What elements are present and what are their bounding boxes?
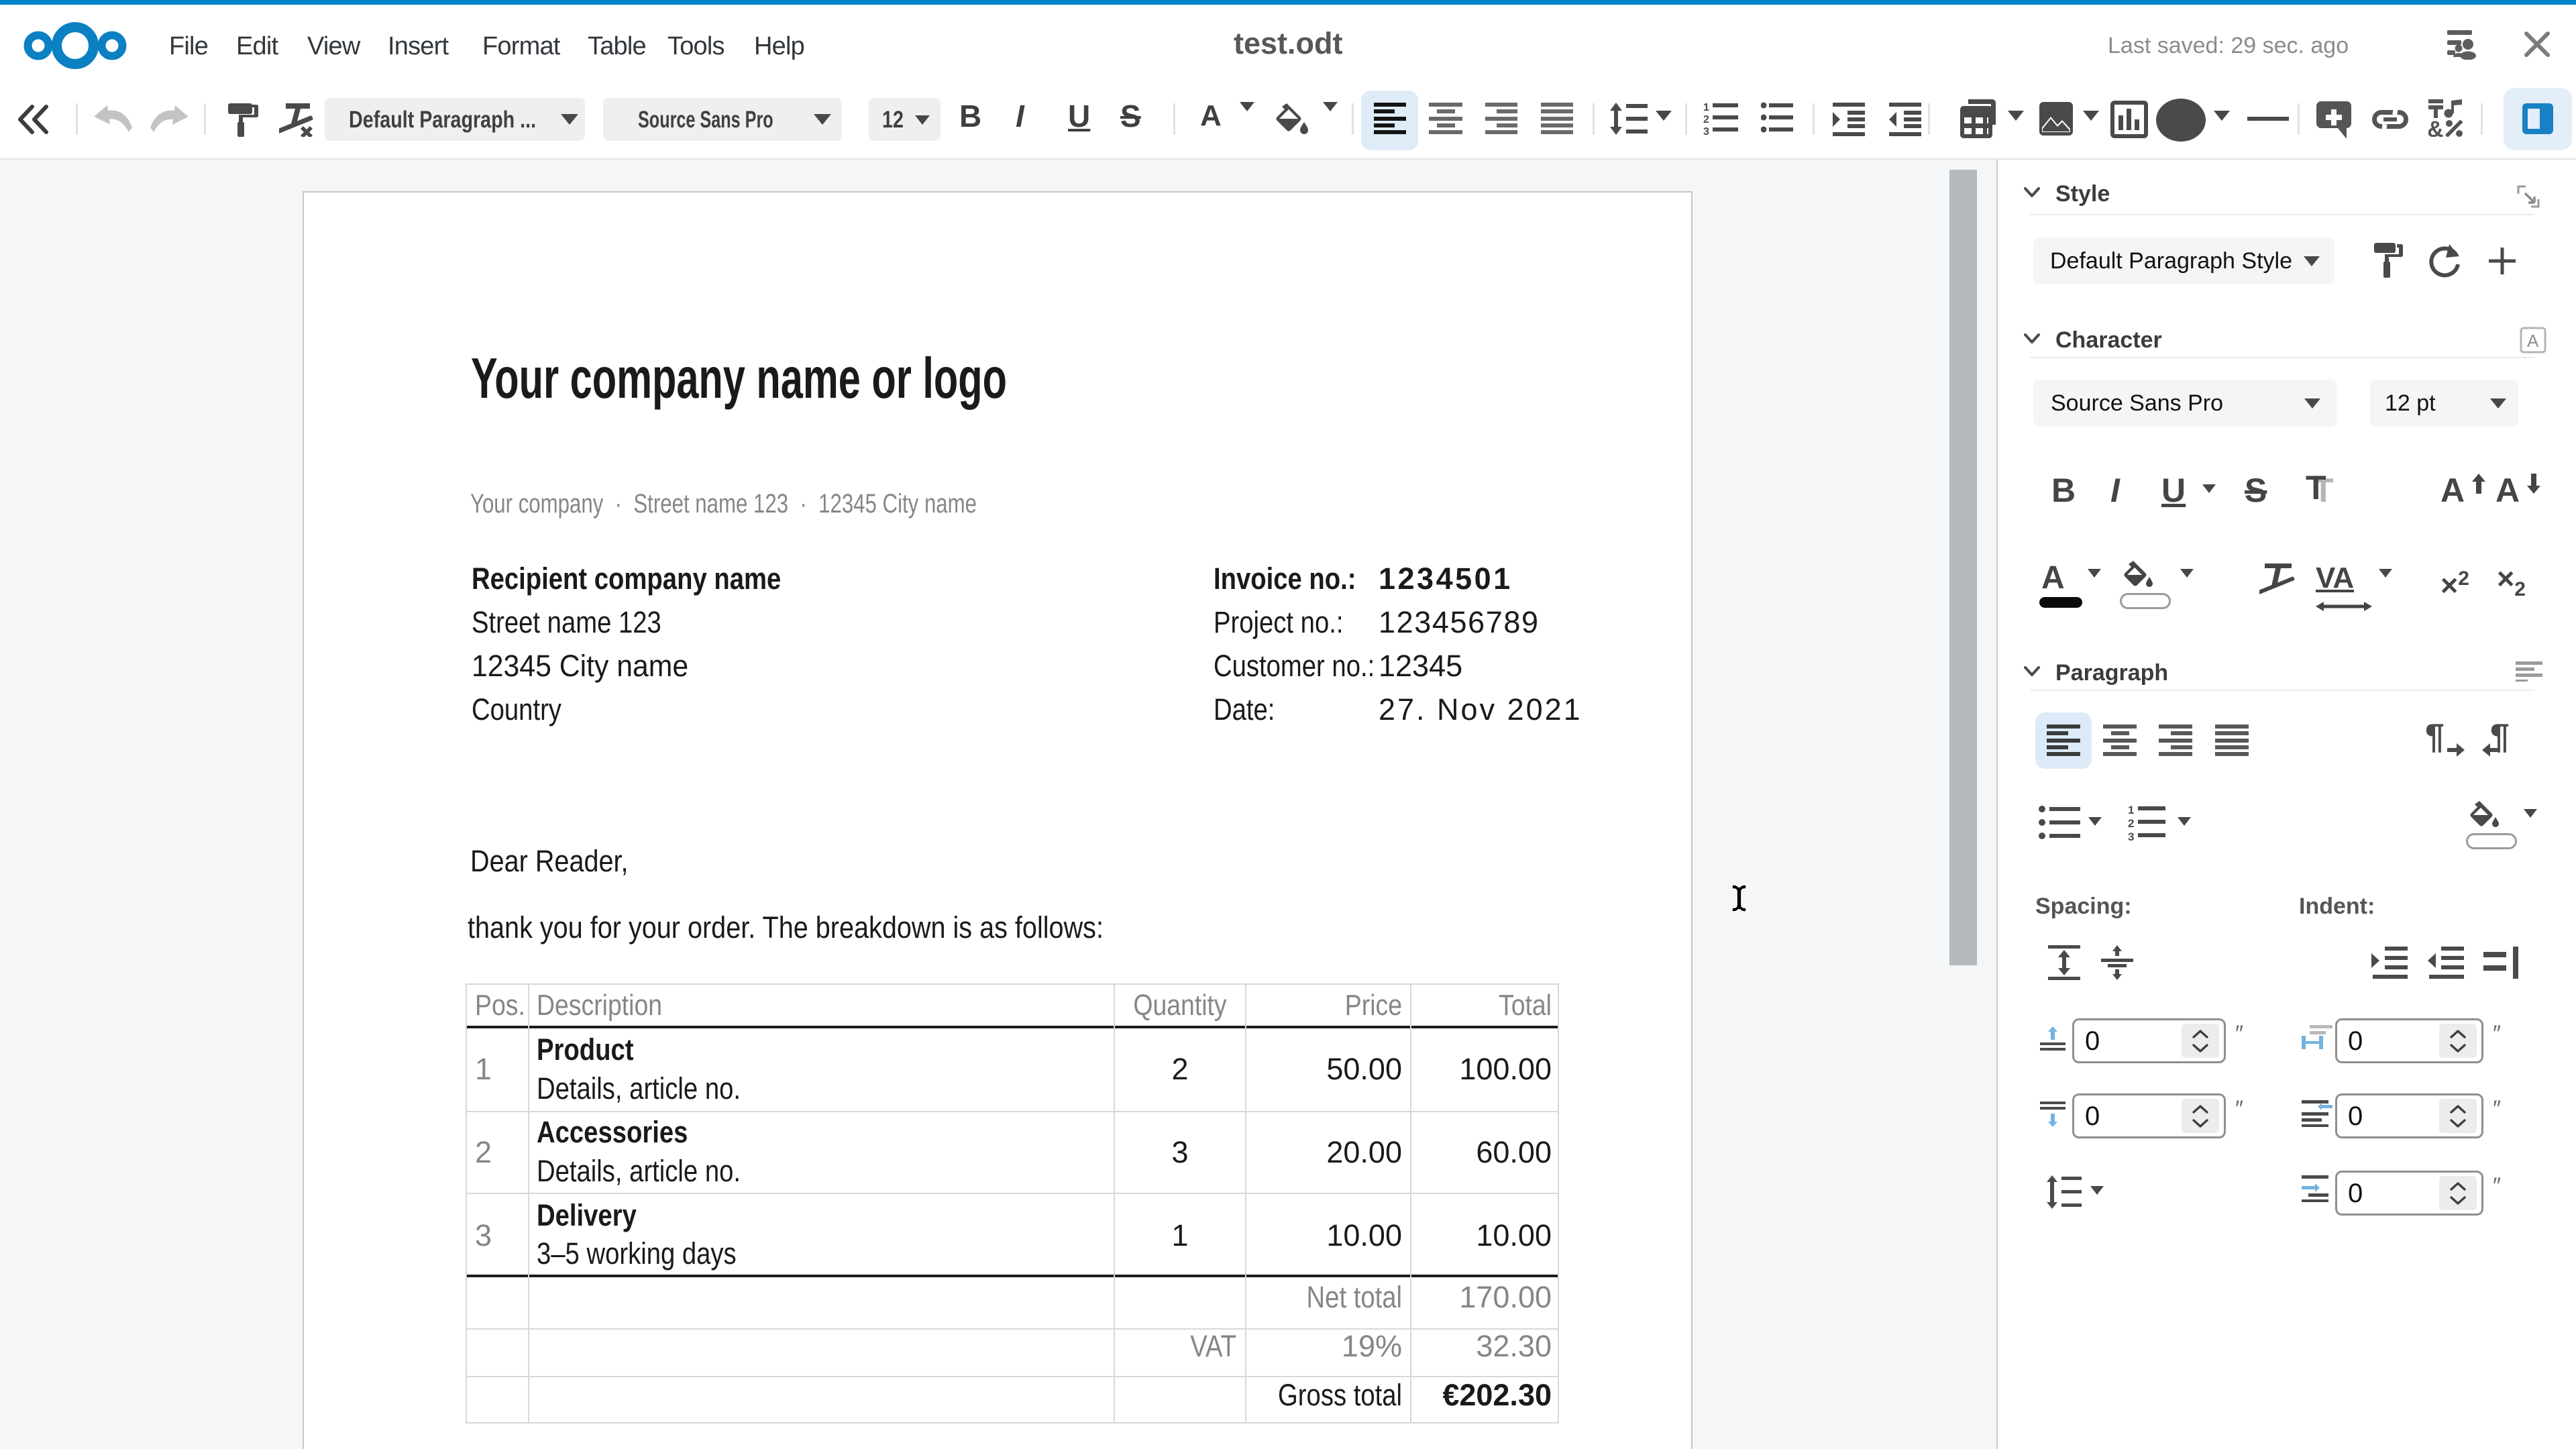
svg-text:3: 3: [1703, 126, 1709, 136]
svg-text:2: 2: [1703, 114, 1709, 125]
svg-text:A: A: [2527, 331, 2539, 351]
svg-text:3: 3: [2128, 830, 2134, 841]
svg-text:&: &: [2428, 117, 2444, 137]
svg-text:2: 2: [2128, 817, 2134, 830]
svg-text:1: 1: [1703, 102, 1709, 113]
svg-text:1: 1: [2128, 804, 2134, 816]
